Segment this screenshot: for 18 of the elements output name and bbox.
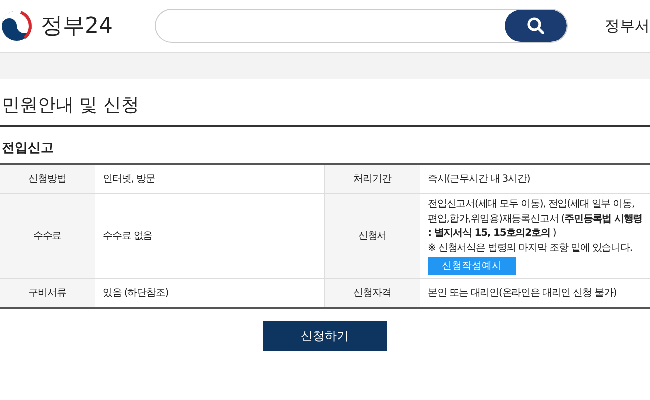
- page-title: 민원안내 및 신청: [0, 79, 650, 127]
- table-header-cell: 구비서류: [0, 279, 95, 307]
- table-header-cell: 처리기간: [325, 165, 420, 193]
- search-button[interactable]: [505, 10, 567, 42]
- table-header-cell: 신청방법: [0, 165, 95, 193]
- table-header-cell: 신청자격: [325, 279, 420, 307]
- table-cell-text: 본인 또는 대리인(온라인은 대리인 신청 불가): [427, 287, 618, 301]
- nav-link[interactable]: 정부서: [605, 16, 650, 36]
- table-header-cell: 신청서: [325, 194, 420, 278]
- search-icon: [527, 17, 545, 35]
- section-title: 전입신고: [1, 140, 55, 158]
- apply-button[interactable]: 신청하기: [263, 321, 387, 351]
- table-cell-text: 즉시(근무시간 내 3시간): [427, 173, 532, 187]
- form-description: 전입신고서(세대 모두 이동), 전입(세대 일부 이동, 편입,합가,위임용)재등록신고서 (주민등록법 시행령 : 별지서식 15, 15호의2호의 ): [428, 198, 644, 241]
- search-field[interactable]: [155, 9, 568, 43]
- logo-text[interactable]: 정부24: [41, 11, 113, 41]
- form-note: ※ 신청서식은 법령의 마지막 조항 밑에 있습니다.: [428, 242, 632, 256]
- table-header-cell: 수수료: [0, 194, 95, 278]
